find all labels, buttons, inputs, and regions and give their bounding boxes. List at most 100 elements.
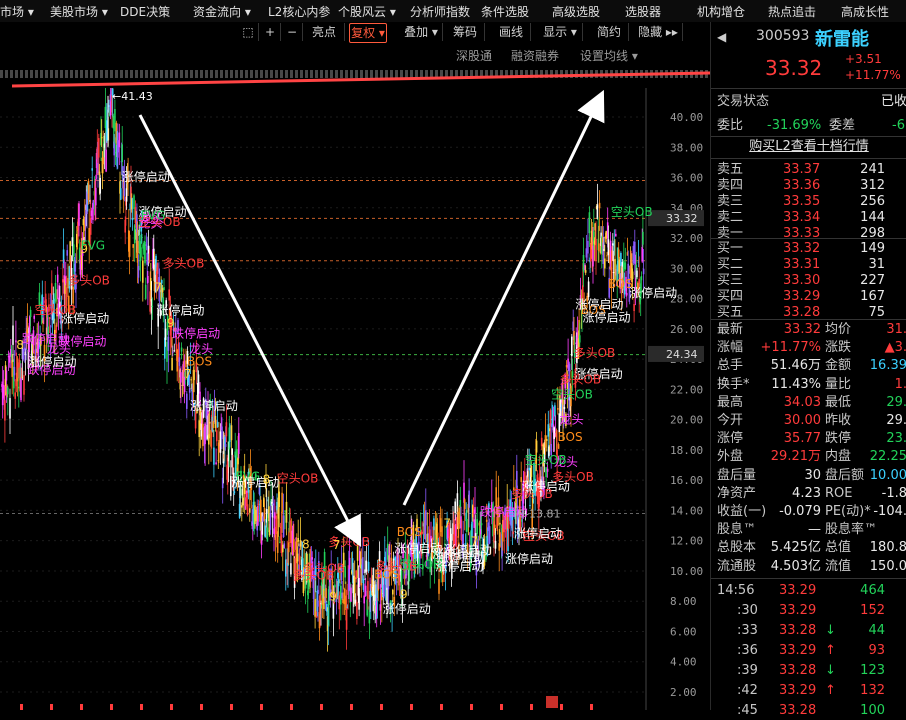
toolbar-button-7[interactable]: 画线	[492, 23, 531, 41]
tick-volume: 93	[868, 643, 885, 658]
candle-body	[133, 225, 136, 244]
stats-label: 总值	[825, 540, 852, 556]
menu-item-8[interactable]: 高级选股	[552, 3, 600, 20]
tick-volume: 44	[868, 623, 885, 638]
menu-item-6[interactable]: 分析师指数	[410, 3, 470, 20]
subbar-item-2[interactable]: 设置均线 ▾	[580, 47, 638, 64]
stats-label: 盘后量	[717, 467, 757, 483]
toolbar-button-1[interactable]: +	[260, 23, 281, 41]
stats-value: 10.00	[869, 467, 906, 483]
candlestick-chart[interactable]: 40.0038.0036.0034.0032.0030.0028.0026.00…	[0, 88, 710, 710]
annotation-label: 7	[184, 367, 192, 381]
candle-body	[235, 449, 238, 460]
menu-item-7[interactable]: 条件选股	[481, 3, 529, 20]
toolbar-button-8[interactable]: 显示 ▾	[538, 23, 583, 41]
candle-body	[337, 579, 340, 587]
menu-item-10[interactable]: 机构增仓	[697, 3, 745, 20]
annotation-label: 多头OB	[163, 256, 205, 270]
candle-body	[230, 425, 233, 441]
candle-body	[173, 350, 176, 352]
menu-item-12[interactable]: 高成长性	[841, 3, 889, 20]
y-tick-label: 20.00	[670, 414, 703, 427]
candle-body	[642, 231, 644, 245]
candle-body	[557, 408, 559, 410]
candle-body	[474, 507, 476, 513]
candle-body	[225, 422, 228, 437]
stats-label: 收益(一)	[717, 504, 767, 519]
toolbar-button-6[interactable]: 筹码	[446, 23, 485, 41]
toolbar-button-4[interactable]: 复权 ▾	[349, 23, 387, 43]
annotation-label: 涨停启动	[514, 526, 562, 541]
y-tick-label: 14.00	[670, 504, 703, 517]
candle-body	[487, 522, 489, 532]
toolbar-button-10[interactable]: 隐藏 ▸▸	[634, 23, 683, 41]
menu-item-4[interactable]: L2核心内参	[268, 3, 330, 20]
candle-body	[595, 238, 597, 261]
candle-body	[99, 177, 101, 194]
menu-item-5[interactable]: 个股风云 ▾	[338, 3, 396, 20]
candle-body	[588, 212, 591, 234]
candle-body	[340, 585, 342, 605]
candle-body	[144, 284, 147, 299]
candle-body	[605, 231, 607, 239]
candle-body	[282, 515, 285, 538]
candle-body	[473, 519, 475, 528]
candle-body	[118, 132, 121, 148]
annotation-label: 7	[471, 534, 479, 548]
toolbar-button-0[interactable]: ⬚	[238, 23, 259, 41]
annotation-label: 涨停启动	[383, 601, 431, 616]
annotation-label: BOS	[187, 354, 212, 368]
volume-marker	[290, 704, 293, 710]
subbar-item-1[interactable]: 融资融券	[511, 47, 559, 64]
l2-link[interactable]: 购买L2查看十档行情	[749, 139, 869, 154]
y-tick-label: 32.00	[670, 232, 703, 245]
menu-item-2[interactable]: DDE决策	[120, 3, 170, 20]
annotation-label: 9	[400, 588, 408, 602]
stats-value: 34.03	[783, 394, 821, 410]
annotation-label: 空头OB	[551, 388, 593, 402]
candle-body	[297, 537, 299, 542]
menu-item-0[interactable]: 市场 ▾	[0, 3, 34, 20]
collapse-icon[interactable]: ◀	[717, 30, 726, 44]
stats-row: 净资产 4.23 ROE -1.8	[711, 485, 906, 503]
candle-body	[365, 560, 368, 572]
toolbar-button-3[interactable]: 亮点	[304, 23, 345, 41]
webi-value: -31.69%	[767, 118, 822, 133]
stats-label: 金额	[825, 358, 852, 374]
stats-value: 150.0	[869, 558, 906, 574]
annotation-label: 涨停启动	[435, 559, 483, 574]
candle-body	[563, 406, 566, 410]
toolbar-button-9[interactable]: 简约	[590, 23, 629, 41]
annotation-label: 空头OB	[611, 205, 653, 219]
webi-label: 委比	[717, 118, 744, 133]
candle-body	[565, 365, 568, 368]
stock-price: 33.32	[765, 56, 823, 80]
menu-item-1[interactable]: 美股市场 ▾	[50, 3, 108, 20]
menu-item-9[interactable]: 选股器	[625, 3, 661, 20]
candle-body	[466, 518, 468, 532]
candle-body	[20, 377, 22, 401]
candle-body	[144, 241, 146, 264]
annotation-label: BOS	[558, 430, 583, 444]
stats-row: 流通股 4.503亿 流值 150.0	[711, 558, 906, 576]
stats-label: 内盘	[825, 449, 852, 465]
annotation-label: 跌停启动	[172, 326, 220, 341]
candle-body	[194, 412, 197, 429]
candle-body	[172, 351, 174, 353]
subbar-item-0[interactable]: 深股通	[456, 47, 492, 64]
candle-body	[425, 510, 427, 526]
candle-body	[362, 557, 364, 574]
candle-body	[163, 287, 165, 291]
menu-item-3[interactable]: 资金流向 ▾	[193, 3, 251, 20]
menu-item-11[interactable]: 热点追击	[768, 3, 816, 20]
candle-body	[7, 387, 9, 395]
tick-price: 33.28	[779, 703, 817, 718]
candle-body	[260, 499, 262, 522]
toolbar-button-2[interactable]: −	[282, 23, 303, 41]
toolbar-button-5[interactable]: 叠加 ▾	[400, 23, 443, 41]
candle-body	[546, 439, 548, 441]
stats-label: 涨停	[717, 431, 744, 447]
candle-body	[557, 444, 560, 449]
tick-volume: 132	[860, 683, 885, 698]
candle-body	[78, 203, 80, 226]
